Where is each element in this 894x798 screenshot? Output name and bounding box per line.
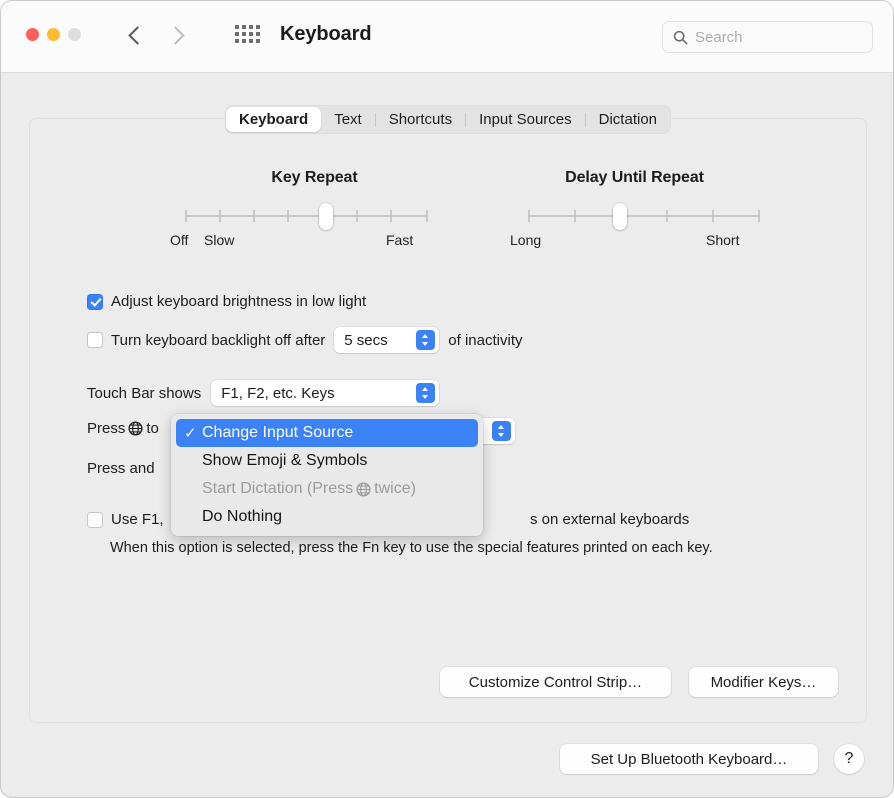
- backlight-off-checkbox[interactable]: [87, 332, 103, 348]
- search-input[interactable]: [695, 29, 855, 46]
- chevron-updown-icon: [416, 330, 435, 350]
- touch-bar-shows-value: F1, F2, etc. Keys: [221, 385, 334, 402]
- menu-item-label: Show Emoji & Symbols: [202, 452, 367, 470]
- tab-keyboard[interactable]: Keyboard: [226, 107, 321, 132]
- backlight-delay-value: 5 secs: [344, 332, 387, 349]
- key-repeat-fast-label: Fast: [386, 232, 413, 248]
- press-globe-suffix: to: [146, 420, 159, 437]
- show-all-grid-icon[interactable]: [235, 25, 260, 43]
- press-and-hold-label: Press and: [87, 460, 155, 477]
- press-globe-row: Press to: [87, 420, 159, 437]
- slider-tick: [758, 210, 760, 222]
- tab-bar: Keyboard Text Shortcuts Input Sources Di…: [1, 105, 894, 134]
- backlight-off-row: Turn keyboard backlight off after 5 secs…: [87, 327, 523, 353]
- use-function-keys-help-text: When this option is selected, press the …: [110, 538, 830, 558]
- globe-icon: [128, 421, 143, 436]
- key-repeat-slider-thumb[interactable]: [319, 203, 333, 230]
- minimize-button[interactable]: [47, 28, 60, 41]
- slider-tick: [390, 210, 392, 222]
- slider-tick: [185, 210, 187, 222]
- adjust-brightness-label: Adjust keyboard brightness in low light: [111, 293, 366, 310]
- touch-bar-shows-label: Touch Bar shows: [87, 385, 201, 402]
- use-function-keys-label-tail-row: s on external keyboards: [530, 511, 689, 528]
- close-button[interactable]: [26, 28, 39, 41]
- delay-until-repeat-slider-group: Delay Until Repeat Long Short: [478, 169, 791, 250]
- delay-until-repeat-slider-thumb[interactable]: [613, 203, 627, 230]
- menu-item-change-input-source[interactable]: ✓ Change Input Source: [176, 419, 478, 447]
- slider-tick: [287, 210, 289, 222]
- adjust-brightness-checkbox[interactable]: [87, 294, 103, 310]
- set-up-bluetooth-keyboard-button[interactable]: Set Up Bluetooth Keyboard…: [560, 744, 818, 774]
- tab-text[interactable]: Text: [321, 107, 375, 132]
- titlebar: Keyboard: [1, 1, 893, 73]
- slider-tick: [528, 210, 530, 222]
- touch-bar-shows-row: Touch Bar shows F1, F2, etc. Keys: [87, 380, 439, 406]
- menu-item-label: Change Input Source: [202, 424, 353, 442]
- help-button[interactable]: ?: [834, 744, 864, 774]
- backlight-delay-popup[interactable]: 5 secs: [334, 327, 439, 353]
- delay-long-label: Long: [510, 232, 541, 248]
- menu-item-show-emoji-symbols[interactable]: Show Emoji & Symbols: [176, 447, 478, 475]
- slider-tick: [219, 210, 221, 222]
- use-function-keys-checkbox[interactable]: [87, 512, 103, 528]
- delay-until-repeat-slider[interactable]: [478, 208, 791, 224]
- key-repeat-slider[interactable]: [158, 208, 471, 224]
- chevron-updown-icon: [416, 383, 435, 403]
- use-function-keys-label-before: Use F1,: [111, 511, 164, 528]
- tab-dictation[interactable]: Dictation: [586, 107, 670, 132]
- backlight-off-label: Turn keyboard backlight off after: [111, 332, 325, 349]
- slider-track: [528, 215, 760, 217]
- globe-icon: [356, 482, 371, 497]
- menu-item-label: Start Dictation (Press: [202, 480, 353, 498]
- use-function-keys-row: Use F1,: [87, 511, 164, 528]
- checkmark-icon: ✓: [184, 424, 202, 442]
- customize-control-strip-button[interactable]: Customize Control Strip…: [440, 667, 671, 697]
- chevron-updown-icon: [492, 421, 511, 441]
- key-repeat-slow-label: Slow: [204, 232, 234, 248]
- key-repeat-end-labels: Off Slow Fast: [158, 232, 471, 250]
- slider-tick: [712, 210, 714, 222]
- keyboard-preferences-window: Keyboard Keyboard Text Shortcuts Input S…: [0, 0, 894, 798]
- search-field[interactable]: [662, 21, 873, 53]
- slider-tick: [574, 210, 576, 222]
- menu-item-label-tail: twice): [374, 480, 416, 498]
- tab-input-sources[interactable]: Input Sources: [466, 107, 585, 132]
- delay-until-repeat-label: Delay Until Repeat: [478, 169, 791, 187]
- slider-tick: [356, 210, 358, 222]
- press-and-hold-row: Press and: [87, 460, 155, 477]
- chevron-right-icon: [169, 22, 183, 48]
- slider-tick: [426, 210, 428, 222]
- press-globe-prefix: Press: [87, 420, 125, 437]
- navigation-arrows: [129, 22, 183, 48]
- key-repeat-slider-group: Key Repeat Off Slow Fast: [158, 169, 471, 250]
- key-repeat-label: Key Repeat: [158, 169, 471, 187]
- touch-bar-shows-popup[interactable]: F1, F2, etc. Keys: [211, 380, 439, 406]
- touch-bar-press-globe-dropdown-menu: ✓ Change Input Source Show Emoji & Symbo…: [171, 414, 483, 536]
- use-function-keys-label-after: s on external keyboards: [530, 511, 689, 528]
- search-icon: [673, 30, 688, 45]
- slider-tick: [666, 210, 668, 222]
- menu-item-do-nothing[interactable]: Do Nothing: [176, 503, 478, 531]
- chevron-left-icon[interactable]: [129, 22, 143, 48]
- traffic-lights: [26, 28, 81, 41]
- menu-item-start-dictation: Start Dictation (Press twice): [176, 475, 478, 503]
- slider-tick: [253, 210, 255, 222]
- menu-item-label: Do Nothing: [202, 508, 282, 526]
- adjust-brightness-row[interactable]: Adjust keyboard brightness in low light: [87, 293, 366, 310]
- tab-shortcuts[interactable]: Shortcuts: [376, 107, 465, 132]
- page-title: Keyboard: [280, 23, 371, 46]
- zoom-button: [68, 28, 81, 41]
- delay-until-repeat-end-labels: Long Short: [478, 232, 791, 250]
- delay-short-label: Short: [706, 232, 739, 248]
- backlight-off-suffix: of inactivity: [448, 332, 522, 349]
- modifier-keys-button[interactable]: Modifier Keys…: [689, 667, 838, 697]
- key-repeat-off-label: Off: [170, 232, 188, 248]
